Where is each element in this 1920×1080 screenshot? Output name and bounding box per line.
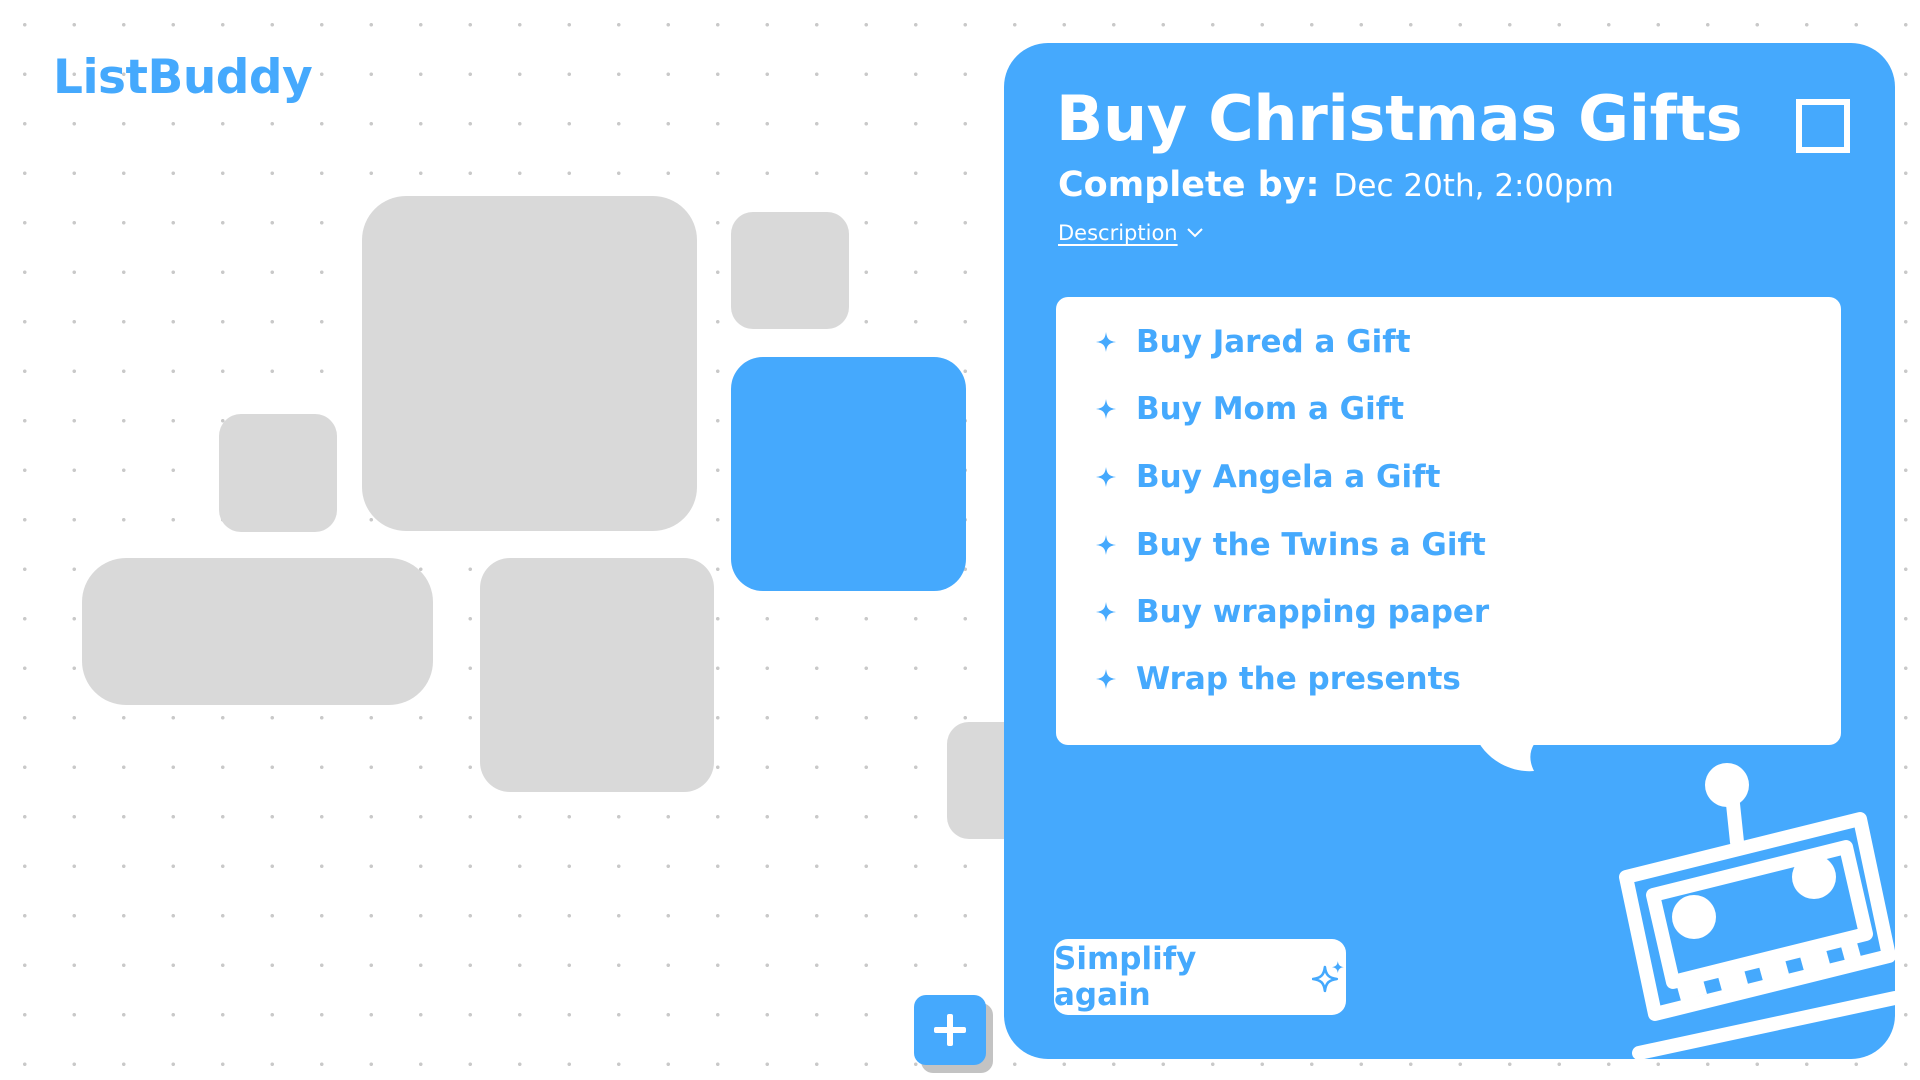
app-logo: ListBuddy (53, 50, 313, 105)
task-tile-selected[interactable] (731, 357, 966, 591)
task-tile[interactable] (362, 196, 697, 531)
task-tile[interactable] (480, 558, 714, 792)
task-tile[interactable] (82, 558, 433, 705)
task-tile[interactable] (219, 414, 337, 532)
add-task-button[interactable] (914, 995, 986, 1065)
task-detail-panel: Buy Christmas Gifts Complete by: Dec 20t… (1004, 43, 1895, 1059)
plus-icon (934, 1014, 966, 1046)
task-tile[interactable] (731, 212, 849, 329)
task-canvas: ListBuddy Buy Christmas Gifts Complete b… (0, 0, 1920, 1080)
robot-icon (1619, 763, 1895, 1059)
